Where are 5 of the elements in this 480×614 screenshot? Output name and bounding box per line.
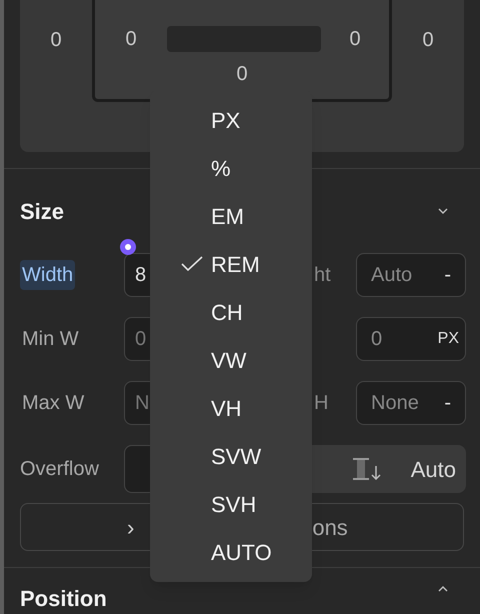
section-title: Size bbox=[20, 198, 64, 226]
field-label: H bbox=[314, 391, 328, 416]
section-title: Position bbox=[20, 585, 107, 613]
field-label: Overflow bbox=[20, 457, 100, 482]
field-label: ht bbox=[314, 263, 331, 288]
